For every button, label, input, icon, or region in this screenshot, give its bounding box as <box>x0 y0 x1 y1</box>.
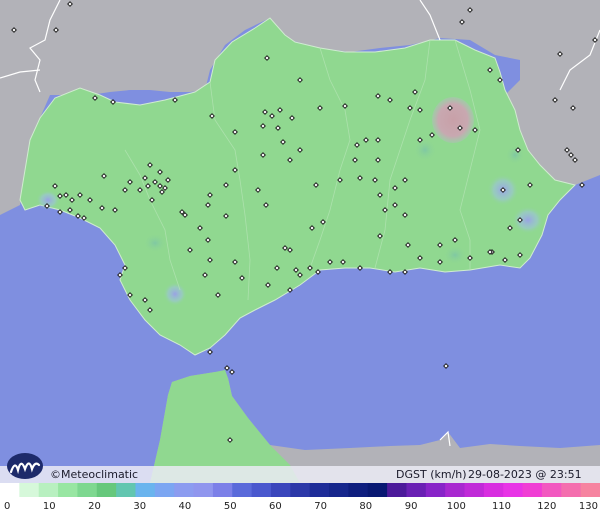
brand-label: ©Meteoclimatic <box>50 466 138 483</box>
scale-tick-label: 130 <box>579 501 598 512</box>
color-step <box>425 483 446 497</box>
color-step <box>522 483 543 497</box>
scale-tick-label: 10 <box>43 501 56 512</box>
color-step <box>193 483 214 497</box>
brand-name: Meteoclimatic <box>61 468 139 481</box>
color-step <box>329 483 349 497</box>
color-step <box>541 483 562 497</box>
scale-tick-label: 50 <box>224 501 237 512</box>
color-scale-legend: 0 10 20 30 40 50 60 70 80 90 100 110 120 130 <box>0 483 600 517</box>
gust-hotspot <box>163 282 187 306</box>
color-step <box>503 483 524 497</box>
color-step <box>77 483 98 497</box>
color-scale-steps <box>0 483 600 497</box>
scale-tick-label: 60 <box>269 501 282 512</box>
scale-tick-label: 0 <box>4 501 10 512</box>
color-step <box>464 483 485 497</box>
scale-tick-label: 80 <box>359 501 372 512</box>
color-step <box>19 483 40 497</box>
color-step <box>348 483 369 497</box>
color-step <box>580 483 600 497</box>
color-step <box>174 483 195 497</box>
gust-hotspot <box>413 138 437 162</box>
color-step <box>96 483 117 497</box>
color-step <box>290 483 311 497</box>
color-step <box>367 483 388 497</box>
color-step <box>135 483 156 497</box>
scale-tick-label: 20 <box>88 501 101 512</box>
color-step <box>561 483 582 497</box>
color-step <box>116 483 137 497</box>
color-step <box>58 483 79 497</box>
color-scale-ticks: 0 10 20 30 40 50 60 70 80 90 100 110 120 130 <box>4 501 598 512</box>
scale-tick-label: 120 <box>537 501 556 512</box>
color-step <box>0 483 20 497</box>
gust-hotspot <box>143 233 167 253</box>
color-step <box>445 483 466 497</box>
calm-spot <box>432 97 474 143</box>
gust-hotspot <box>443 245 467 265</box>
scale-tick-label: 70 <box>314 501 327 512</box>
color-step <box>251 483 272 497</box>
scale-tick-label: 100 <box>447 501 466 512</box>
color-step <box>483 483 504 497</box>
copyright-symbol: © <box>50 468 61 481</box>
variable-label: DGST (km/h) <box>396 468 467 481</box>
color-step <box>270 483 291 497</box>
color-step <box>232 483 253 497</box>
color-step <box>387 483 408 497</box>
scale-tick-label: 110 <box>492 501 511 512</box>
color-step <box>406 483 427 497</box>
meteoclimatic-logo <box>7 453 43 479</box>
color-step <box>309 483 330 497</box>
weather-map[interactable] <box>0 0 600 483</box>
scale-tick-label: 40 <box>179 501 192 512</box>
gust-hotspot <box>512 206 544 234</box>
gust-hotspot <box>505 145 525 165</box>
color-step <box>212 483 233 497</box>
color-step <box>154 483 175 497</box>
color-step <box>38 483 59 497</box>
scale-tick-label: 30 <box>133 501 146 512</box>
scale-tick-label: 90 <box>405 501 418 512</box>
